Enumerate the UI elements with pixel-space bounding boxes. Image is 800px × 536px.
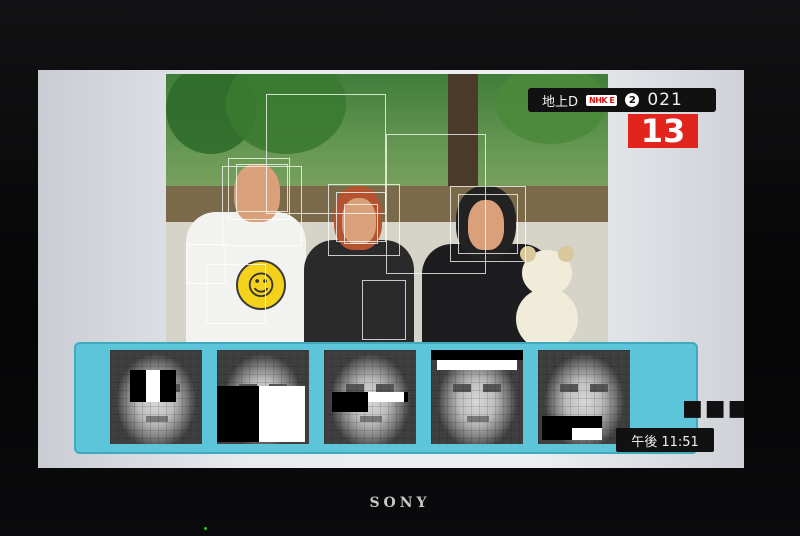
haar-feature-black — [542, 416, 602, 428]
network-logo: NHK E — [586, 94, 618, 106]
channel-big-number: 13 — [628, 112, 698, 150]
haar-feature-strip: ■■■ — [74, 342, 744, 454]
tv-brand-logo: SONY — [369, 495, 431, 511]
feature-tile — [324, 350, 416, 444]
haar-feature-black — [332, 402, 368, 412]
haar-feature-black — [431, 350, 523, 360]
haar-feature-white — [437, 360, 517, 370]
haar-feature-white — [572, 428, 602, 440]
detection-box — [266, 94, 386, 214]
haar-feature-white — [146, 370, 160, 402]
channel-number: 021 — [647, 90, 683, 110]
camera-photo: ☺ — [166, 74, 608, 346]
feature-tile — [217, 350, 309, 444]
feature-tile — [110, 350, 202, 444]
detection-box — [362, 280, 406, 340]
power-led — [204, 527, 207, 530]
broadcast-type: 地上D — [542, 94, 579, 110]
tv-screen: ☺ 地上D NHK E 2 021 13 ■■■ 午後 11:51 — [38, 70, 744, 468]
remote-button-icon: 2 — [625, 93, 640, 107]
haar-feature-black — [542, 428, 572, 440]
feature-tile — [431, 350, 523, 444]
more-indicator: ■■■ — [682, 396, 744, 421]
haar-feature-white — [368, 392, 404, 402]
haar-feature-black — [217, 386, 259, 442]
channel-info-badge: 地上D NHK E 2 021 — [528, 88, 716, 112]
haar-feature-white — [259, 386, 305, 442]
detection-box — [206, 264, 266, 324]
detection-box — [386, 134, 486, 274]
clock-display: 午後 11:51 — [616, 428, 714, 452]
